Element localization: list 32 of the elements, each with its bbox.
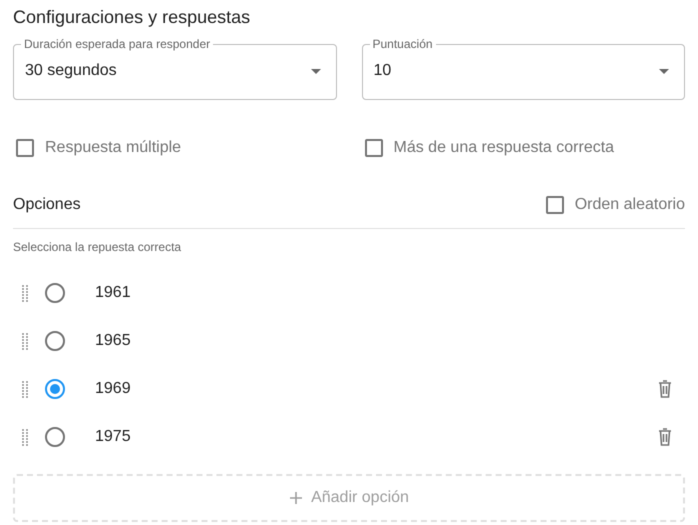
option-text: 1975 [95, 427, 132, 447]
drag-handle-icon[interactable] [22, 332, 28, 350]
option-text: 1969 [95, 379, 132, 399]
radio-button[interactable] [45, 379, 65, 399]
hint-text: Selecciona la repuesta correcta [13, 239, 182, 255]
option-text: 1965 [95, 331, 132, 351]
section-title: Configuraciones y respuestas [13, 6, 252, 29]
checkbox-label: Orden aleatorio [574, 195, 685, 215]
field-label: Duración esperada para responder [23, 37, 212, 51]
drag-handle-icon[interactable] [22, 428, 28, 446]
field-value: 30 segundos [25, 61, 117, 81]
checkbox-label: Respuesta múltiple [45, 138, 182, 158]
drag-handle-icon[interactable] [22, 380, 28, 398]
checkbox-label: Más de una respuesta correcta [394, 138, 614, 158]
checkbox[interactable] [16, 139, 34, 157]
field-value: 10 [374, 61, 392, 81]
select-field[interactable]: Duración esperada para responder 30 segundos [13, 37, 336, 100]
trash-icon[interactable] [658, 428, 672, 446]
dropdown-caret-icon [310, 68, 320, 74]
drag-handle-icon[interactable] [22, 284, 28, 302]
radio-button[interactable] [45, 283, 65, 303]
plus-icon [289, 491, 304, 505]
checkbox[interactable] [546, 196, 564, 214]
trash-icon[interactable] [658, 380, 672, 398]
radio-button[interactable] [45, 331, 65, 351]
field-label: Puntuación [372, 37, 434, 51]
checkbox[interactable] [364, 139, 382, 157]
radio-button[interactable] [45, 427, 65, 447]
option-text: 1961 [95, 283, 132, 303]
dropdown-caret-icon [659, 68, 669, 74]
options-heading: Opciones [13, 195, 81, 215]
select-field[interactable]: Puntuación 10 [362, 37, 685, 100]
